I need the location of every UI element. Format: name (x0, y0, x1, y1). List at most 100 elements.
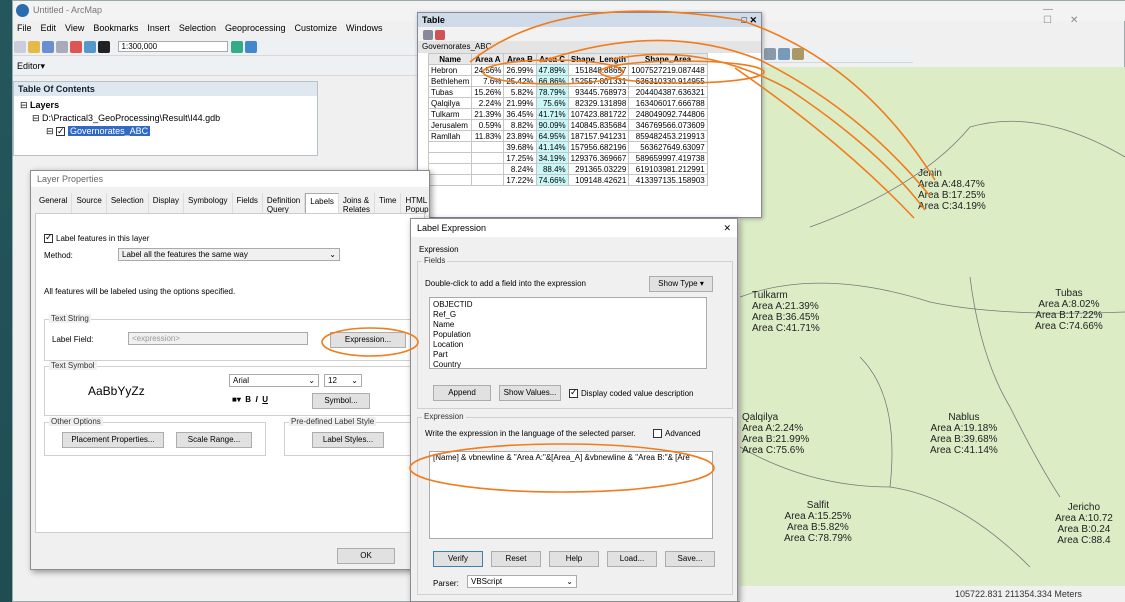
table-row[interactable]: Tulkarm 21.39% 36.45% 41.71% 107423.881722 24… (427, 108, 708, 120)
table-cell[interactable] (471, 174, 505, 186)
table-cell[interactable]: 2.24% (471, 97, 505, 109)
field-item[interactable]: OBJECTID (433, 300, 703, 310)
table-cell[interactable]: 1007527219.087448 (628, 64, 708, 76)
table-cell[interactable]: 64.95% (535, 130, 569, 142)
table-row[interactable]: Bethlehem 7.6% 25.42% 66.86% 152557.801331 63… (427, 75, 708, 87)
catalog-icon[interactable] (245, 41, 258, 53)
table-row[interactable]: Qalqilya 2.24% 21.99% 75.6% 82329.131898 1634… (427, 97, 708, 109)
table-options-icon[interactable] (423, 30, 433, 40)
table-cell[interactable]: 26.99% (503, 64, 537, 76)
table-cell[interactable]: 204404387.636321 (628, 86, 708, 98)
table-cell[interactable]: 140845.835684 (567, 119, 630, 131)
table-cell[interactable]: 129376.369667 (567, 152, 630, 164)
table-cell[interactable]: 0.59% (471, 119, 505, 131)
table-cell[interactable]: 41.71% (535, 108, 569, 120)
table-tab[interactable]: Governorates_ABC (418, 41, 761, 53)
show-values-button[interactable]: Show Values... (499, 385, 561, 401)
table-cell[interactable]: 163406017.666788 (628, 97, 708, 109)
table-cell[interactable] (471, 163, 505, 175)
table-cell[interactable]: Bethlehem (427, 75, 473, 87)
expression-textbox[interactable]: [Name] & vbnewline & "Area A:"&[Area_A] … (429, 451, 713, 539)
table-row[interactable]: 17.25% 34.19% 129376.369667 589659997.41973… (427, 152, 708, 164)
table-row[interactable]: 8.24% 88.4% 291365.03229 619103981.212991 (427, 163, 708, 175)
menu-customize[interactable]: Customize (295, 23, 338, 35)
table-row[interactable]: Tubas 15.26% 5.82% 78.79% 93445.768973 204404… (427, 86, 708, 98)
scale-range-button[interactable]: Scale Range... (176, 432, 252, 448)
table-cell[interactable]: 291365.03229 (567, 163, 630, 175)
label-features-checkbox[interactable]: Label features in this layer (44, 232, 149, 244)
placement-properties-button[interactable]: Placement Properties... (62, 432, 164, 448)
related-tables-icon[interactable] (435, 30, 445, 40)
table-cell[interactable]: 25.42% (503, 75, 537, 87)
label-expr-close-icon[interactable]: ✕ (723, 223, 731, 234)
reset-button[interactable]: Reset (491, 551, 541, 567)
font-size-select[interactable]: 12 ⌄ (324, 374, 362, 387)
table-cell[interactable]: 5.82% (503, 86, 537, 98)
table-cell[interactable]: 636310330.914955 (628, 75, 708, 87)
layers-node[interactable]: ⊟ Layers (20, 99, 311, 112)
table-cell[interactable] (427, 163, 473, 175)
table-cell[interactable]: 74.66% (535, 174, 569, 186)
zoom-icon[interactable] (764, 48, 776, 60)
pan-icon[interactable] (778, 48, 790, 60)
table-cell[interactable]: 187157.941231 (567, 130, 630, 142)
column-header[interactable]: Area B (503, 53, 537, 65)
ok-button[interactable]: OK (337, 548, 395, 564)
table-cell[interactable]: 36.45% (503, 108, 537, 120)
column-header[interactable]: Area C (535, 53, 569, 65)
open-icon[interactable] (28, 41, 40, 53)
menu-edit[interactable]: Edit (41, 23, 57, 35)
governorates-layer[interactable]: ⊟ Governorates_ABC (20, 125, 311, 138)
table-cell[interactable]: 11.83% (471, 130, 505, 142)
menu-file[interactable]: File (17, 23, 32, 35)
menu-insert[interactable]: Insert (147, 23, 170, 35)
table-cell[interactable]: 859482453.219913 (628, 130, 708, 142)
gdb-node[interactable]: ⊟ D:\Practical3_GeoProcessing\Result\I44… (20, 112, 311, 125)
table-row[interactable]: Jerusalem 0.59% 8.82% 90.09% 140845.835684 34… (427, 119, 708, 131)
table-cell[interactable]: 90.09% (535, 119, 569, 131)
table-cell[interactable]: Ramllah (427, 130, 473, 142)
show-type-button[interactable]: Show Type ▾ (649, 276, 713, 292)
table-cell[interactable]: 8.82% (503, 119, 537, 131)
table-cell[interactable]: 563627649.63097 (628, 141, 708, 153)
field-item[interactable]: Part (433, 350, 703, 360)
table-cell[interactable]: 152557.801331 (567, 75, 630, 87)
table-cell[interactable]: 82329.131898 (567, 97, 630, 109)
fields-list[interactable]: OBJECTID Ref_G Name Population Location Part C… (429, 297, 707, 369)
verify-button[interactable]: Verify (433, 551, 483, 567)
font-style-buttons[interactable]: ■▾ B I U (232, 395, 268, 404)
table-cell[interactable]: 8.24% (503, 163, 537, 175)
table-cell[interactable]: Tubas (427, 86, 473, 98)
table-cell[interactable]: 21.39% (471, 108, 505, 120)
editor-menu[interactable]: Editor▾ (17, 61, 45, 71)
menu-windows[interactable]: Windows (346, 23, 383, 35)
field-item[interactable]: Population (433, 330, 703, 340)
table-cell[interactable]: 39.68% (503, 141, 537, 153)
symbol-button[interactable]: Symbol... (312, 393, 370, 409)
label-field-select[interactable]: <expression> (128, 332, 308, 345)
table-cell[interactable]: 7.6% (471, 75, 505, 87)
table-cell[interactable]: 24.56% (471, 64, 505, 76)
advanced-checkbox[interactable]: Advanced (653, 429, 701, 439)
save-button[interactable]: Save... (665, 551, 715, 567)
field-item[interactable]: Name (433, 320, 703, 330)
table-cell[interactable]: Qalqilya (427, 97, 473, 109)
font-select[interactable]: Arial ⌄ (229, 374, 319, 387)
table-cell[interactable]: Hebron (427, 64, 473, 76)
field-item[interactable]: Ref_G (433, 310, 703, 320)
table-cell[interactable] (427, 152, 473, 164)
table-cell[interactable] (427, 141, 473, 153)
display-coded-checkbox[interactable]: Display coded value description (569, 387, 694, 399)
table-cell[interactable]: 17.25% (503, 152, 537, 164)
table-cell[interactable]: 41.14% (535, 141, 569, 153)
table-row[interactable]: 17.22% 74.66% 109148.42621 413397135.158903 (427, 174, 708, 186)
field-item[interactable]: Location (433, 340, 703, 350)
label-styles-button[interactable]: Label Styles... (312, 432, 384, 448)
window-controls[interactable]: —☐✕ (1043, 4, 1124, 26)
table-cell[interactable]: Jerusalem (427, 119, 473, 131)
table-cell[interactable]: 15.26% (471, 86, 505, 98)
table-cell[interactable]: Tulkarm (427, 108, 473, 120)
editor-toolbar-icon[interactable] (231, 41, 244, 53)
table-cell[interactable]: 157956.682196 (567, 141, 630, 153)
column-header[interactable]: Shape_Area (628, 53, 708, 65)
